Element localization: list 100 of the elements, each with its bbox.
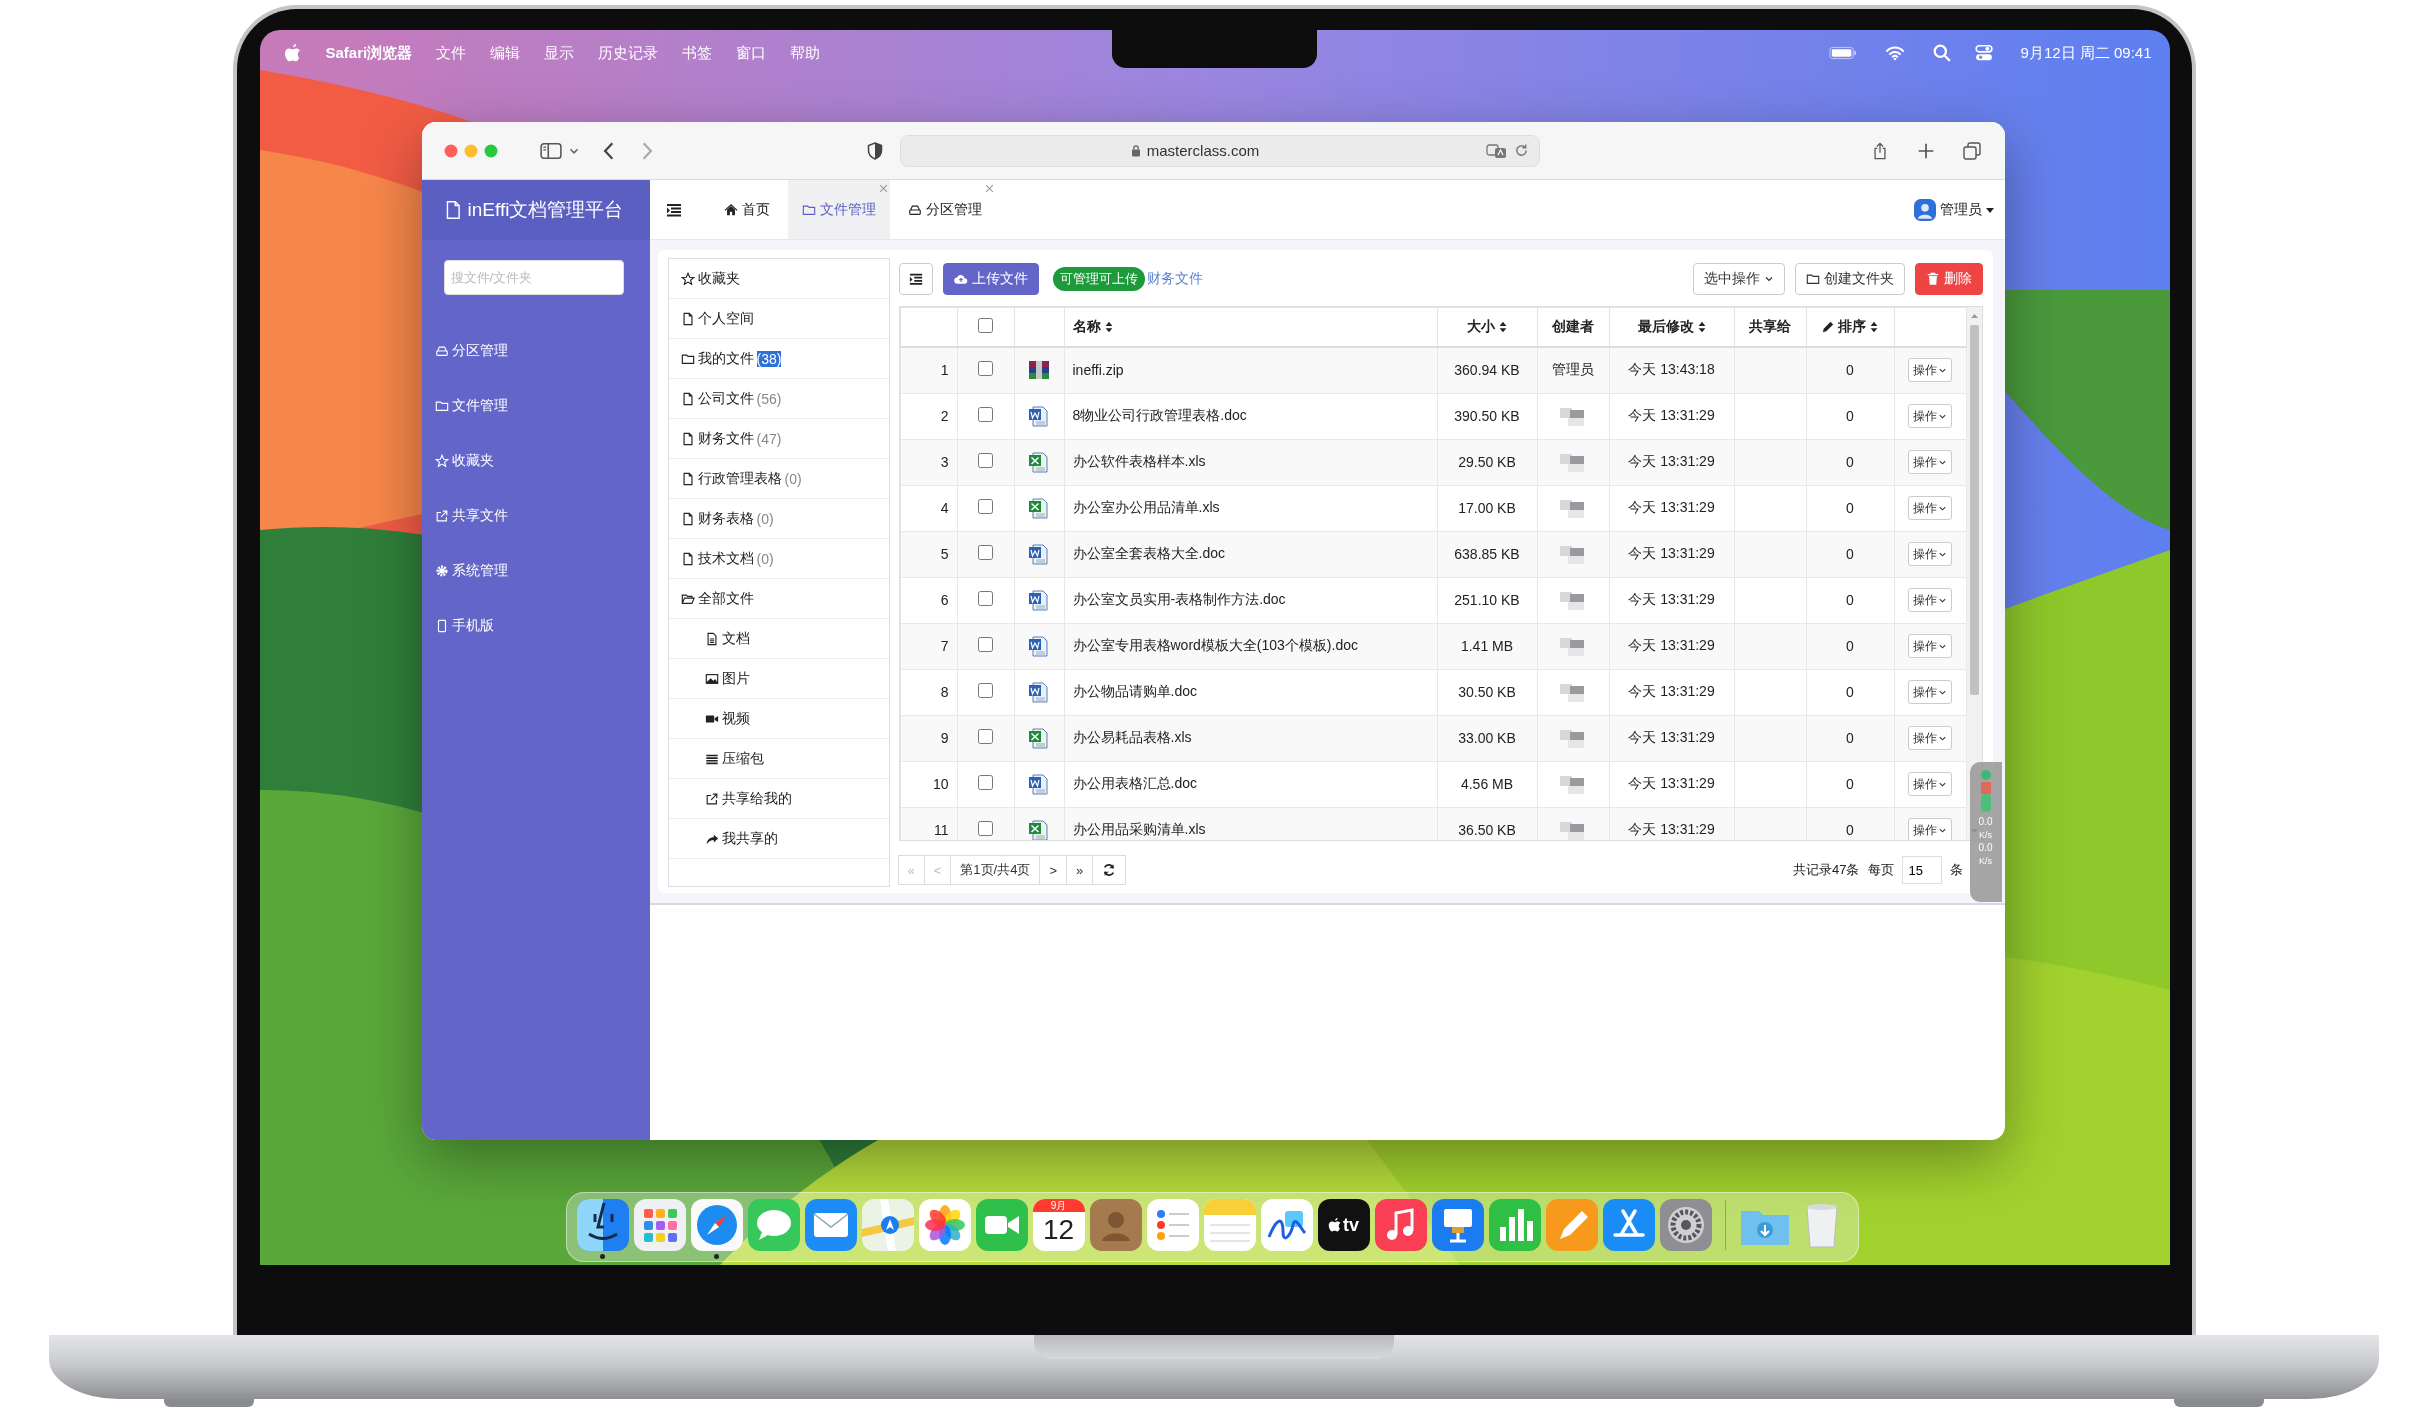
action-dropdown-button[interactable]: 操作 (1908, 496, 1952, 520)
row-checkbox[interactable] (978, 821, 993, 836)
tv-app-icon[interactable]: tv (1317, 1199, 1370, 1251)
crossed-sticks-icon[interactable] (1602, 1199, 1655, 1251)
action-dropdown-button[interactable]: 操作 (1908, 680, 1952, 704)
action-dropdown-button[interactable]: 操作 (1908, 404, 1952, 428)
file-name[interactable]: 办公用表格汇总.doc (1072, 775, 1197, 791)
tree-item[interactable]: 全部文件 (680, 589, 754, 608)
action-dropdown-button[interactable]: 操作 (1908, 588, 1952, 612)
music-note-icon[interactable] (1374, 1199, 1427, 1251)
file-name[interactable]: 办公用品采购清单.xls (1072, 821, 1206, 837)
file-name[interactable]: 办公室全套表格大全.doc (1072, 545, 1225, 561)
folder-link[interactable]: 财务文件 (1146, 270, 1203, 288)
row-checkbox[interactable] (978, 729, 993, 744)
row-checkbox[interactable] (978, 499, 993, 514)
scribble-icon[interactable] (1260, 1199, 1313, 1251)
user-menu[interactable]: 管理员 (1939, 200, 1982, 219)
tree-item[interactable]: 行政管理表格 (0) (680, 469, 802, 488)
create-folder-button[interactable]: 创建文件夹 (1794, 263, 1905, 295)
menu-icon[interactable] (665, 202, 682, 217)
sidebar-icon[interactable] (539, 141, 562, 160)
tab[interactable]: 首页 (709, 180, 784, 239)
sort-icon[interactable] (1870, 321, 1878, 333)
file-name[interactable]: 8物业公司行政管理表格.doc (1072, 407, 1247, 423)
window-controls[interactable] (443, 143, 500, 158)
pagination-button[interactable]: » (1066, 855, 1094, 885)
sidebar-item[interactable]: 共享文件 (421, 488, 508, 543)
tree-item[interactable]: 我的文件 (38) (680, 349, 782, 368)
bar-chart-icon[interactable] (1488, 1199, 1541, 1251)
select-all-checkbox[interactable] (978, 318, 993, 333)
sidebar-item[interactable]: 收藏夹 (421, 433, 494, 488)
tab[interactable]: 文件管理 (787, 180, 890, 239)
battery-icon[interactable] (1828, 45, 1857, 61)
toggle-switches-icon[interactable] (1974, 44, 1993, 62)
row-checkbox[interactable] (978, 775, 993, 790)
pagination-button[interactable]: > (1039, 855, 1067, 885)
action-dropdown-button[interactable]: 操作 (1908, 358, 1952, 383)
clock[interactable]: 9月12日 周二 09:41 (2020, 43, 2152, 63)
tree-item[interactable]: 财务表格 (0) (680, 509, 774, 528)
file-name[interactable]: 办公易耗品表格.xls (1072, 729, 1192, 745)
upload-button[interactable]: 上传文件 (942, 263, 1039, 295)
tabs-icon[interactable] (1960, 141, 1983, 160)
row-checkbox[interactable] (978, 683, 993, 698)
row-checkbox[interactable] (978, 545, 993, 560)
tree-item[interactable]: 共享给我的 (704, 789, 792, 808)
delete-button[interactable]: 删除 (1914, 263, 1983, 295)
sort-icon[interactable] (1697, 321, 1706, 333)
smiley-icon[interactable] (576, 1199, 629, 1251)
tree-item[interactable]: 收藏夹 (680, 269, 740, 288)
translate-icon[interactable] (1485, 142, 1508, 159)
row-checkbox[interactable] (978, 637, 993, 652)
action-dropdown-button[interactable]: 操作 (1908, 450, 1952, 474)
search-icon[interactable] (1932, 44, 1951, 62)
bulk-action-dropdown[interactable]: 选中操作 (1692, 263, 1785, 295)
sidebar-item[interactable]: 文件管理 (421, 378, 508, 433)
sidebar-item[interactable]: 分区管理 (421, 323, 508, 378)
address-book-icon[interactable] (1089, 1199, 1142, 1251)
file-name[interactable]: 办公室文员实用-表格制作方法.doc (1072, 591, 1286, 607)
pagination-button[interactable]: 第1页/共4页 (950, 855, 1041, 885)
column-header[interactable]: 排序 (1838, 318, 1866, 336)
toggle-tree-button[interactable] (898, 263, 933, 295)
tree-item[interactable]: 财务文件 (47) (680, 429, 782, 448)
address-bar[interactable]: masterclass.com (899, 134, 1540, 167)
settings-icon[interactable] (1659, 1199, 1712, 1251)
compass-icon[interactable] (690, 1199, 743, 1251)
tab[interactable]: 分区管理 (893, 180, 996, 239)
column-header[interactable]: 名称 (1072, 318, 1101, 336)
file-name[interactable]: 办公软件表格样本.xls (1072, 453, 1206, 469)
tree-item[interactable]: 技术文档 (0) (680, 549, 774, 568)
file-name[interactable]: 办公物品请购单.doc (1072, 683, 1197, 699)
action-dropdown-button[interactable]: 操作 (1908, 634, 1952, 658)
action-dropdown-button[interactable]: 操作 (1908, 772, 1952, 796)
refresh-button[interactable] (1092, 855, 1127, 885)
reload-icon[interactable] (1513, 143, 1529, 158)
avatar-icon[interactable] (1913, 198, 1936, 221)
column-header[interactable]: 大小 (1467, 318, 1495, 336)
tree-item[interactable]: 视频 (704, 709, 750, 728)
search-field[interactable]: 搜文件/文件夹 (443, 260, 624, 295)
checklist-icon[interactable] (1146, 1199, 1199, 1251)
video-camera-icon[interactable] (975, 1199, 1028, 1251)
row-checkbox[interactable] (978, 361, 993, 377)
file-name[interactable]: ineffi.zip (1072, 362, 1124, 379)
map-icon[interactable] (861, 1199, 914, 1251)
sidebar-item[interactable]: 手机版 (421, 598, 494, 653)
action-dropdown-button[interactable]: 操作 (1908, 818, 1952, 840)
page-size-field[interactable]: 15 (1901, 856, 1942, 884)
sidebar-item[interactable]: 系统管理 (421, 543, 508, 598)
tree-item[interactable]: 个人空间 (680, 309, 754, 328)
calendar-icon[interactable]: 9月 12 (1032, 1199, 1085, 1251)
tree-item[interactable]: 文档 (704, 629, 750, 648)
action-dropdown-button[interactable]: 操作 (1908, 726, 1952, 750)
tree-item[interactable]: 我共享的 (704, 829, 778, 848)
tree-item[interactable]: 图片 (704, 669, 750, 688)
row-checkbox[interactable] (978, 453, 993, 468)
app-grid-icon[interactable] (633, 1199, 686, 1251)
action-dropdown-button[interactable]: 操作 (1908, 542, 1952, 566)
podium-icon[interactable] (1431, 1199, 1484, 1251)
tree-item[interactable]: 压缩包 (704, 749, 764, 768)
apple-logo-icon[interactable] (283, 43, 302, 63)
tree-item[interactable]: 公司文件 (56) (680, 389, 782, 408)
